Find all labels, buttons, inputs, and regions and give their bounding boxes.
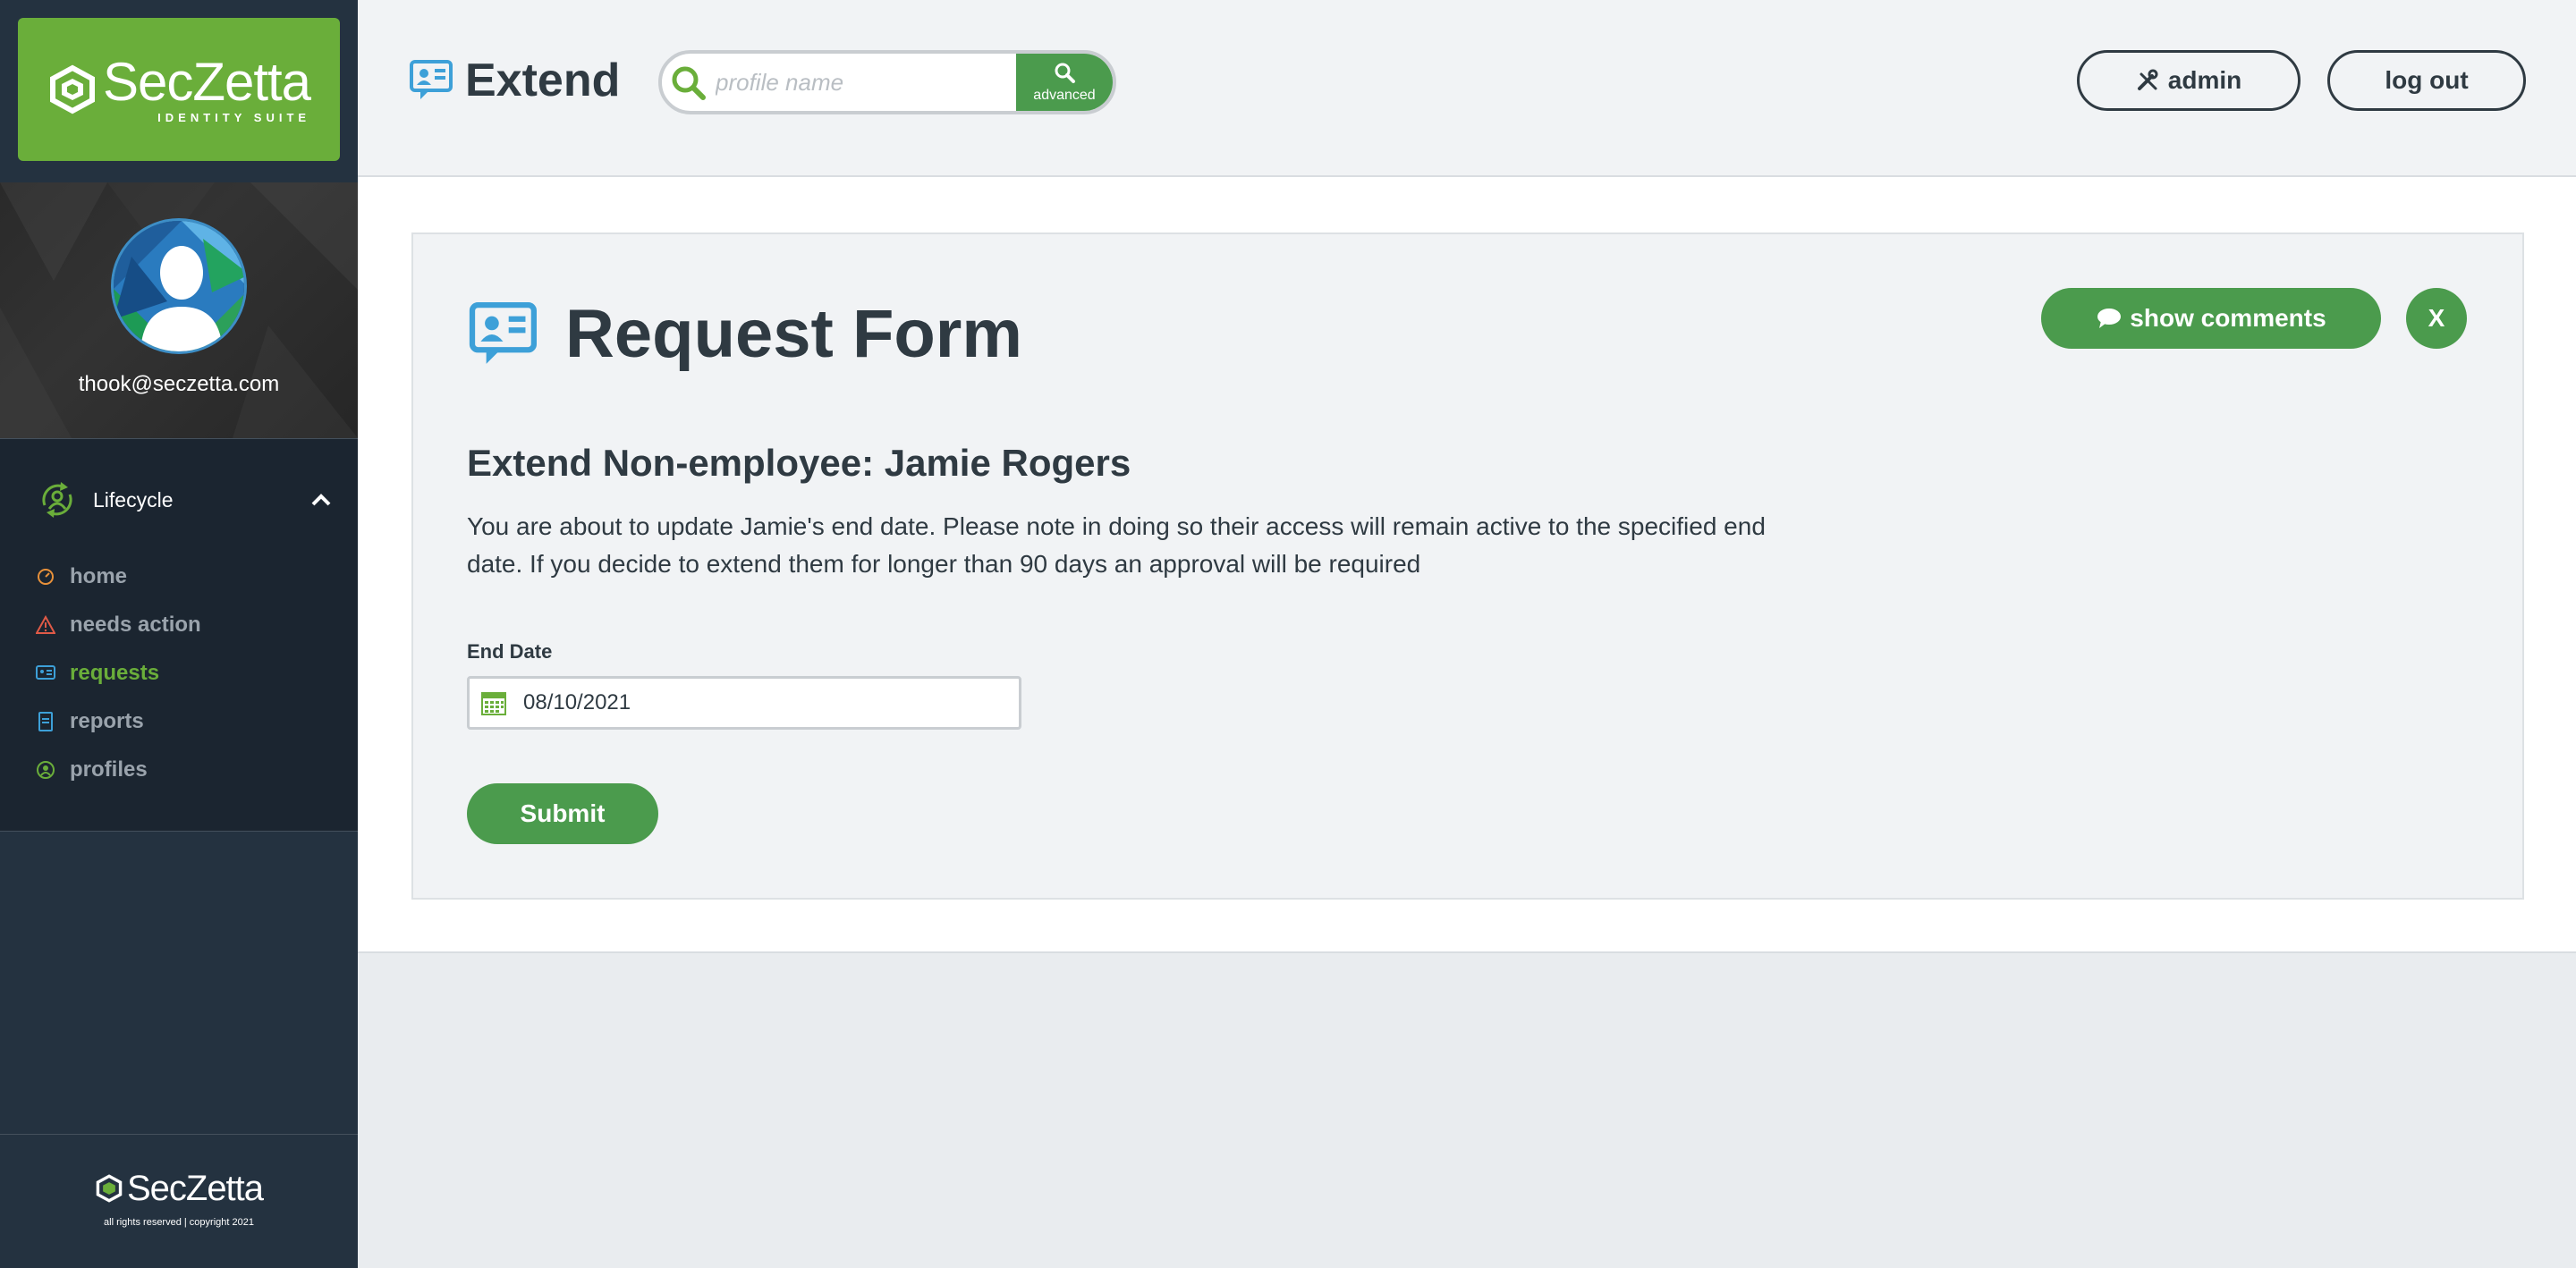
form-title-text: Request Form <box>565 296 1022 372</box>
sidebar-item-requests[interactable]: requests <box>36 655 159 691</box>
logout-button-label: log out <box>2385 66 2469 94</box>
copyright-text: all rights reserved | copyright 2021 <box>104 1217 254 1228</box>
top-header: Extend advanced admin log out <box>358 0 2576 177</box>
profile-search: advanced <box>658 50 1116 114</box>
sidebar-item-label: profiles <box>70 757 148 782</box>
request-icon <box>36 664 55 683</box>
submit-button-label: Submit <box>520 799 606 827</box>
search-icon <box>1055 63 1075 83</box>
page-title: Extend <box>410 54 620 107</box>
close-button-label: X <box>2428 304 2445 332</box>
submit-button[interactable]: Submit <box>467 783 658 844</box>
brand-tagline: IDENTITY SUITE <box>157 110 311 124</box>
sidebar-item-label: needs action <box>70 613 201 637</box>
sidebar-item-label: requests <box>70 661 160 685</box>
chevron-up-icon[interactable] <box>311 494 331 506</box>
sidebar-item-reports[interactable]: reports <box>36 704 144 740</box>
show-comments-button[interactable]: show comments <box>2041 288 2381 349</box>
admin-button[interactable]: admin <box>2077 50 2301 111</box>
request-icon <box>410 60 453 99</box>
request-form-card: Request Form show comments X Extend Non-… <box>411 232 2524 900</box>
footer-brand-name: SecZetta <box>126 1169 264 1208</box>
end-date-value[interactable]: 08/10/2021 <box>523 690 631 715</box>
profile-icon <box>36 760 55 780</box>
calendar-icon[interactable] <box>480 689 507 716</box>
search-input[interactable] <box>716 68 984 97</box>
tools-icon <box>2137 69 2158 90</box>
seczetta-logo-icon <box>96 1174 123 1203</box>
search-input-wrap <box>662 54 1016 111</box>
nav-section-lifecycle[interactable]: Lifecycle <box>36 475 331 525</box>
sidebar-item-home[interactable]: home <box>36 559 127 595</box>
sidebar-item-label: home <box>70 564 128 588</box>
sidebar-footer: SecZetta all rights reserved | copyright… <box>0 1134 358 1268</box>
end-date-field[interactable]: 08/10/2021 <box>467 676 1021 730</box>
request-icon <box>469 301 537 364</box>
show-comments-label: show comments <box>2130 304 2326 332</box>
main-content: Request Form show comments X Extend Non-… <box>358 177 2576 953</box>
comment-icon <box>2097 309 2122 328</box>
logout-button[interactable]: log out <box>2327 50 2526 111</box>
warning-icon <box>36 615 55 635</box>
sidebar: SecZetta IDENTITY SUITE thook@seczetta.c… <box>0 0 358 1268</box>
user-avatar-icon <box>114 221 244 351</box>
brand-name: SecZetta <box>102 51 311 112</box>
search-icon <box>672 66 706 100</box>
advanced-search-button[interactable]: advanced <box>1016 54 1113 111</box>
advanced-label: advanced <box>1033 88 1096 103</box>
sidebar-item-label: reports <box>70 709 144 733</box>
sidebar-item-profiles[interactable]: profiles <box>36 752 148 788</box>
seczetta-logo-icon <box>49 64 95 114</box>
lifecycle-icon <box>42 482 72 518</box>
form-description: You are about to update Jamie's end date… <box>467 512 1766 578</box>
sidebar-item-needs-action[interactable]: needs action <box>36 607 201 643</box>
dashboard-icon <box>36 567 55 587</box>
form-subheading: Extend Non-employee: Jamie Rogers <box>467 442 1131 484</box>
user-profile-panel: thook@seczetta.com <box>0 182 358 438</box>
app-title: Extend <box>465 55 621 106</box>
close-button[interactable]: X <box>2406 288 2467 349</box>
nav-section-label: Lifecycle <box>93 487 174 511</box>
avatar[interactable] <box>111 218 247 354</box>
report-icon <box>36 712 55 731</box>
end-date-label: End Date <box>467 640 553 663</box>
footer-logo: SecZetta <box>0 1171 358 1206</box>
sidebar-nav: Lifecycle home needs action requests rep… <box>0 438 358 832</box>
user-email: thook@seczetta.com <box>78 372 280 396</box>
form-title: Request Form <box>469 295 1022 373</box>
brand-logo[interactable]: SecZetta IDENTITY SUITE <box>18 18 340 161</box>
admin-button-label: admin <box>2167 66 2242 94</box>
